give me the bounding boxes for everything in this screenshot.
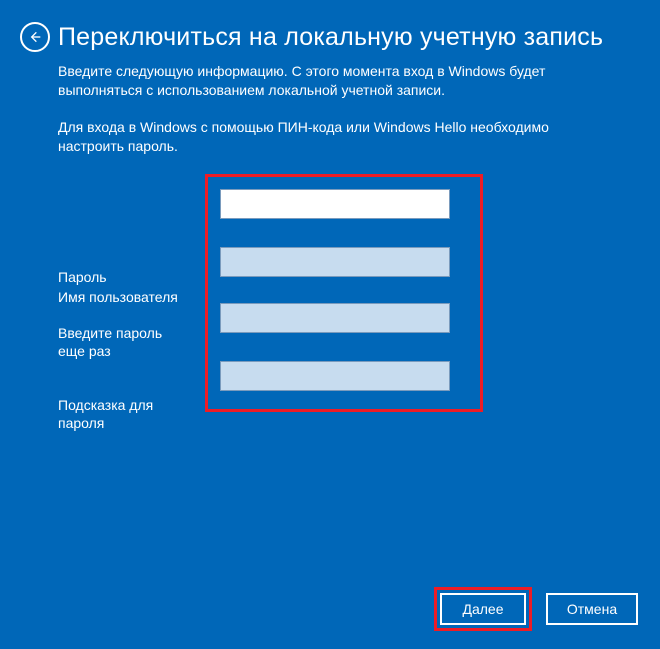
cancel-button[interactable]: Отмена xyxy=(546,593,638,625)
fields-highlight-box xyxy=(205,174,483,412)
password-hint-input[interactable] xyxy=(220,361,450,391)
footer-buttons: Далее Отмена xyxy=(434,587,638,631)
confirm-password-label: Введите пароль еще раз xyxy=(58,318,198,360)
confirm-password-input[interactable] xyxy=(220,303,450,333)
intro-text-1: Введите следующую информацию. С этого мо… xyxy=(58,62,602,100)
content-area: Введите следующую информацию. С этого мо… xyxy=(0,52,660,412)
next-button-highlight: Далее xyxy=(434,587,532,631)
username-label: Имя пользователя xyxy=(58,288,205,306)
password-hint-label: Подсказка для пароля xyxy=(58,390,198,432)
arrow-left-icon xyxy=(27,29,43,45)
header: Переключиться на локальную учетную запис… xyxy=(0,0,660,52)
intro-text-2: Для входа в Windows с помощью ПИН-кода и… xyxy=(58,118,602,156)
password-input[interactable] xyxy=(220,247,450,277)
page-title: Переключиться на локальную учетную запис… xyxy=(58,23,603,52)
next-button[interactable]: Далее xyxy=(440,593,526,625)
row-username: Имя пользователя xyxy=(58,184,602,412)
back-button[interactable] xyxy=(20,22,50,52)
password-label: Пароль xyxy=(58,262,198,286)
form: Имя пользователя Пароль Введите пароль е… xyxy=(58,184,602,412)
username-input[interactable] xyxy=(220,189,450,219)
